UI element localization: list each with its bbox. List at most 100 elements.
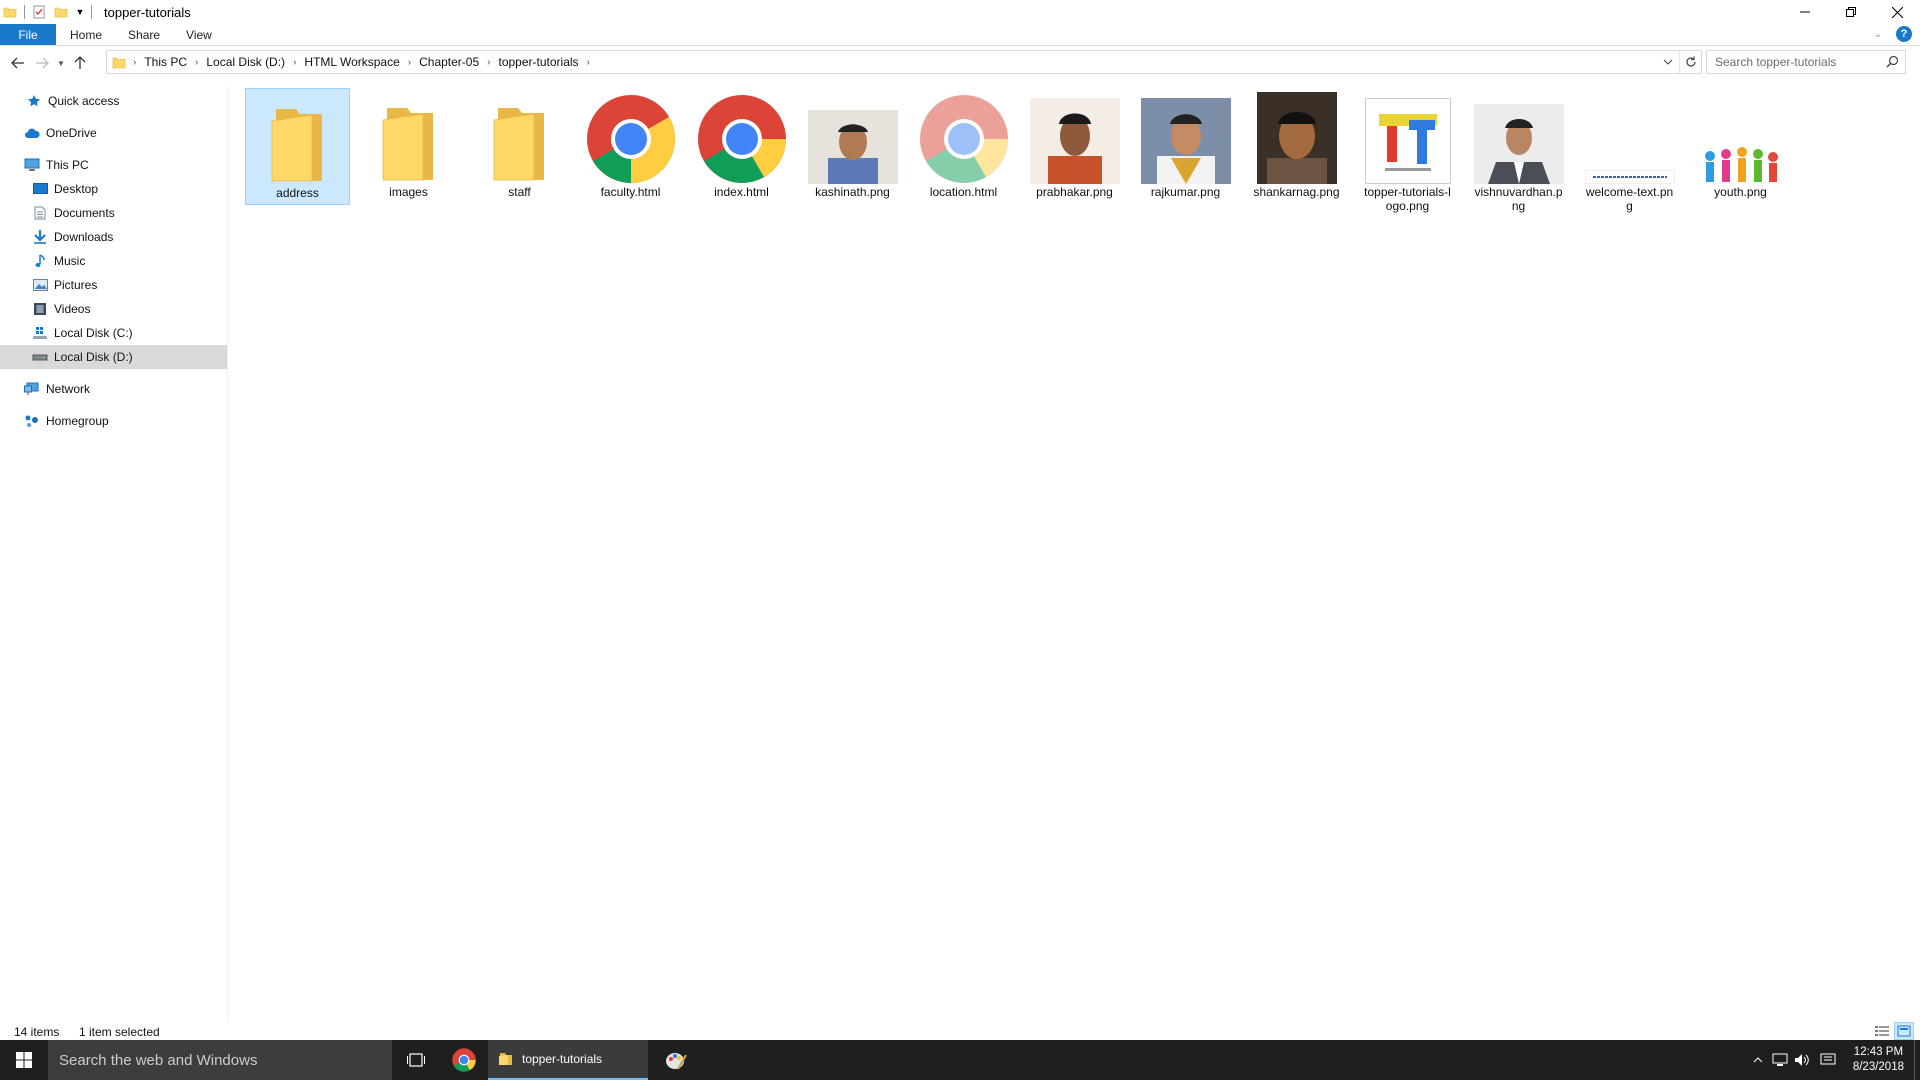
system-tray: 12:43 PM 8/23/2018 bbox=[1747, 1040, 1920, 1080]
notifications-icon[interactable] bbox=[1813, 1040, 1843, 1080]
file-item-image[interactable]: prabhakar.png bbox=[1022, 88, 1127, 203]
file-name: kashinath.png bbox=[815, 185, 890, 199]
file-name: index.html bbox=[714, 185, 769, 199]
chevron-down-icon[interactable] bbox=[1657, 51, 1679, 73]
breadcrumb-this-pc[interactable]: This PC bbox=[139, 55, 192, 69]
desktop-icon bbox=[32, 181, 48, 197]
folder-icon bbox=[498, 1051, 514, 1067]
nav-documents[interactable]: Documents bbox=[0, 201, 227, 225]
file-item-image[interactable]: vishnuvardhan.png bbox=[1466, 88, 1571, 217]
chevron-right-icon[interactable]: › bbox=[130, 57, 139, 68]
nav-onedrive[interactable]: OneDrive bbox=[0, 121, 227, 145]
start-button[interactable] bbox=[0, 1040, 48, 1080]
folder-icon bbox=[2, 4, 18, 20]
chrome-taskbar-icon[interactable] bbox=[440, 1040, 488, 1080]
forward-button[interactable] bbox=[30, 51, 54, 75]
chevron-right-icon[interactable]: › bbox=[405, 57, 414, 68]
file-item-folder[interactable]: images bbox=[356, 88, 461, 203]
chevron-right-icon[interactable]: › bbox=[484, 57, 493, 68]
file-item-folder[interactable]: staff bbox=[467, 88, 572, 203]
tab-view[interactable]: View bbox=[173, 24, 225, 45]
paint-taskbar-icon[interactable] bbox=[648, 1040, 704, 1080]
chevron-right-icon[interactable]: › bbox=[192, 57, 201, 68]
properties-icon[interactable] bbox=[31, 4, 47, 20]
file-name: shankarnag.png bbox=[1253, 185, 1340, 199]
nav-local-disk-d[interactable]: Local Disk (D:) bbox=[0, 345, 227, 369]
file-name: address bbox=[276, 186, 319, 200]
nav-label: Quick access bbox=[48, 94, 120, 108]
customize-dropdown-icon[interactable]: ▼ bbox=[75, 4, 85, 20]
view-switcher bbox=[1872, 1022, 1914, 1040]
nav-quick-access[interactable]: Quick access bbox=[0, 89, 227, 113]
address-bar[interactable]: › This PC › Local Disk (D:) › HTML Works… bbox=[106, 50, 1702, 74]
task-view-icon[interactable] bbox=[392, 1040, 440, 1080]
breadcrumb-chapter-05[interactable]: Chapter-05 bbox=[414, 55, 484, 69]
show-hidden-icons-icon[interactable] bbox=[1747, 1040, 1769, 1080]
breadcrumb-local-disk-d[interactable]: Local Disk (D:) bbox=[201, 55, 290, 69]
portrait-thumbnail bbox=[1244, 90, 1349, 184]
search-input[interactable]: Search topper-tutorials bbox=[1706, 50, 1906, 74]
taskbar-file-explorer[interactable]: topper-tutorials bbox=[488, 1040, 648, 1080]
nav-this-pc[interactable]: This PC bbox=[0, 153, 227, 177]
chevron-right-icon[interactable]: › bbox=[584, 57, 593, 68]
large-icons-view-icon[interactable] bbox=[1894, 1022, 1914, 1040]
file-item-image[interactable]: rajkumar.png bbox=[1133, 88, 1238, 203]
file-item-folder[interactable]: address bbox=[245, 88, 350, 205]
breadcrumb-topper-tutorials[interactable]: topper-tutorials bbox=[494, 55, 584, 69]
ribbon-tabs: File Home Share View ⌄ ? bbox=[0, 24, 1920, 46]
tab-home[interactable]: Home bbox=[56, 24, 115, 45]
nav-desktop[interactable]: Desktop bbox=[0, 177, 227, 201]
file-item-image[interactable]: kashinath.png bbox=[800, 88, 905, 203]
taskbar-search-input[interactable]: Search the web and Windows bbox=[48, 1040, 392, 1080]
tab-share[interactable]: Share bbox=[115, 24, 173, 45]
chrome-icon bbox=[578, 90, 683, 184]
file-item-image[interactable]: topper-tutorials-logo.png bbox=[1355, 88, 1460, 217]
help-icon[interactable]: ? bbox=[1896, 26, 1912, 42]
network-tray-icon[interactable] bbox=[1769, 1040, 1791, 1080]
up-button[interactable] bbox=[68, 51, 92, 75]
chevron-right-icon[interactable]: › bbox=[290, 57, 299, 68]
file-item-image[interactable]: shankarnag.png bbox=[1244, 88, 1349, 203]
nav-label: Music bbox=[54, 254, 86, 268]
new-folder-icon[interactable] bbox=[53, 4, 69, 20]
title-bar: ▼ topper-tutorials bbox=[0, 0, 1920, 24]
details-view-icon[interactable] bbox=[1872, 1022, 1892, 1040]
restore-button[interactable] bbox=[1828, 0, 1874, 24]
nav-label: OneDrive bbox=[46, 126, 97, 140]
nav-label: Downloads bbox=[54, 230, 114, 244]
nav-downloads[interactable]: Downloads bbox=[0, 225, 227, 249]
taskbar: Search the web and Windows topper-tutori… bbox=[0, 1040, 1920, 1080]
computer-icon bbox=[24, 157, 40, 173]
clock-date: 8/23/2018 bbox=[1852, 1061, 1904, 1073]
minimize-button[interactable] bbox=[1782, 0, 1828, 24]
nav-music[interactable]: Music bbox=[0, 249, 227, 273]
status-bar: 14 items 1 item selected bbox=[0, 1022, 1920, 1040]
nav-videos[interactable]: Videos bbox=[0, 297, 227, 321]
nav-homegroup[interactable]: Homegroup bbox=[0, 409, 227, 433]
nav-local-disk-c[interactable]: Local Disk (C:) bbox=[0, 321, 227, 345]
breadcrumb-html-workspace[interactable]: HTML Workspace bbox=[299, 55, 404, 69]
tab-file[interactable]: File bbox=[0, 24, 56, 45]
close-button[interactable] bbox=[1874, 0, 1920, 24]
volume-icon[interactable] bbox=[1791, 1040, 1813, 1080]
show-desktop-button[interactable] bbox=[1914, 1040, 1920, 1080]
expand-ribbon-icon[interactable]: ⌄ bbox=[1874, 29, 1882, 40]
file-item-image[interactable]: youth.png bbox=[1688, 88, 1793, 203]
taskbar-app-label: topper-tutorials bbox=[522, 1052, 603, 1066]
nav-pictures[interactable]: Pictures bbox=[0, 273, 227, 297]
file-name: faculty.html bbox=[600, 185, 661, 199]
nav-label: Pictures bbox=[54, 278, 98, 292]
file-item-html[interactable]: faculty.html bbox=[578, 88, 683, 203]
file-item-html[interactable]: location.html bbox=[911, 88, 1016, 203]
file-item-image[interactable]: welcome-text.png bbox=[1577, 88, 1682, 217]
back-button[interactable] bbox=[6, 51, 30, 75]
file-item-html[interactable]: index.html bbox=[689, 88, 794, 203]
folder-icon bbox=[356, 90, 461, 184]
window-title: topper-tutorials bbox=[104, 4, 191, 20]
clock[interactable]: 12:43 PM 8/23/2018 bbox=[1843, 1045, 1914, 1075]
search-icon[interactable] bbox=[1886, 55, 1899, 71]
nav-network[interactable]: Network bbox=[0, 377, 227, 401]
nav-label: Local Disk (C:) bbox=[54, 326, 133, 340]
recent-locations-icon[interactable]: ▼ bbox=[54, 51, 68, 75]
refresh-icon[interactable] bbox=[1679, 51, 1701, 73]
